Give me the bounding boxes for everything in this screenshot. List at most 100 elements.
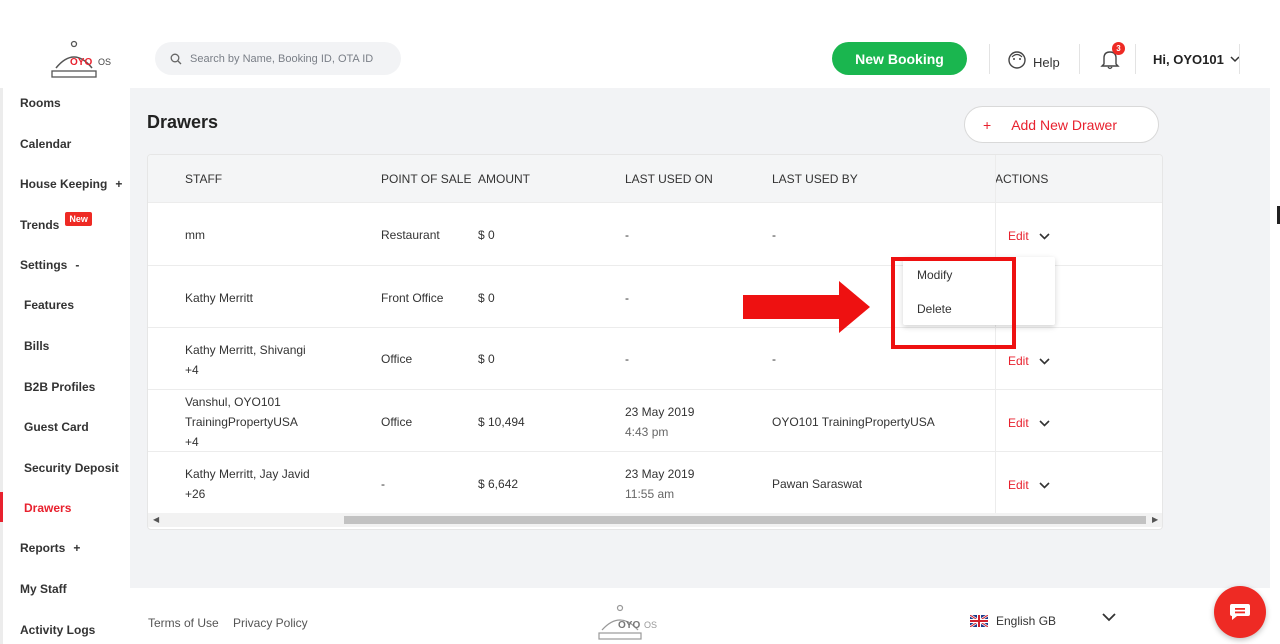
edit-action[interactable]: Edit (1008, 478, 1050, 492)
help-button[interactable]: Help (1007, 50, 1060, 70)
sidebar-item-house-keeping[interactable]: House Keeping + (20, 177, 122, 191)
sidebar-item-my-staff[interactable]: My Staff (20, 582, 67, 596)
chevron-down-icon[interactable] (1039, 357, 1050, 365)
last-used-on-cell: - (625, 291, 629, 305)
staff-names-line2: TrainingPropertyUSA (185, 415, 298, 429)
sidebar-item-trends[interactable]: Trends New (20, 212, 92, 232)
edit-action[interactable]: Edit (1008, 354, 1050, 368)
sidebar-item-rooms[interactable]: Rooms (20, 96, 61, 110)
sidebar-item-label: Drawers (24, 501, 72, 515)
edit-action[interactable]: Edit (1008, 416, 1050, 430)
language-label: English GB (996, 614, 1057, 628)
terms-of-use-link[interactable]: Terms of Use (148, 616, 219, 630)
oyo-os-logo[interactable]: OYO OS (50, 40, 116, 80)
last-used-time: 4:43 pm (625, 425, 669, 439)
search-icon (170, 53, 182, 64)
edit-link[interactable]: Edit (1008, 354, 1029, 368)
sidebar-item-activity-logs[interactable]: Activity Logs (20, 623, 95, 637)
staff-cell: Vanshul, OYO101 TrainingPropertyUSA +4 (185, 392, 298, 452)
help-face-icon (1008, 51, 1026, 69)
sidebar-item-label: My Staff (20, 582, 67, 596)
last-used-by-cell: OYO101 TrainingPropertyUSA (772, 415, 935, 429)
pos-cell: Restaurant (381, 228, 440, 242)
table-header: STAFF POINT OF SALE AMOUNT LAST USED ON … (148, 155, 1162, 202)
sidebar-item-security-deposit[interactable]: Security Deposit (24, 461, 119, 475)
edit-link[interactable]: Edit (1008, 478, 1029, 492)
scrollbar-thumb[interactable] (344, 516, 1146, 524)
table-row[interactable]: Kathy Merritt, Jay Javid +26 - $ 6,642 2… (148, 451, 1162, 513)
user-menu[interactable]: Hi, OYO101 (1153, 52, 1240, 67)
language-selector[interactable]: English GB (970, 614, 1056, 628)
sidebar-item-features[interactable]: Features (24, 298, 74, 312)
amount-cell: $ 6,642 (478, 477, 519, 491)
pos-cell: - (381, 477, 385, 491)
sidebar-item-label: Trends (20, 218, 60, 232)
amount-cell: $ 0 (478, 352, 495, 366)
active-indicator (0, 492, 3, 522)
sidebar-item-reports[interactable]: Reports + (20, 541, 80, 555)
right-edge (1270, 88, 1280, 588)
last-used-date: 23 May 2019 (625, 467, 695, 481)
sidebar-item-label: B2B Profiles (24, 380, 96, 394)
sidebar-item-label: Activity Logs (20, 623, 96, 637)
last-used-on-cell: - (625, 352, 629, 366)
scroll-left-icon[interactable]: ◀ (153, 515, 159, 524)
chevron-down-icon[interactable] (1039, 481, 1050, 489)
sidebar-item-label: Rooms (20, 96, 61, 110)
sidebar-item-label: Bills (24, 339, 50, 353)
column-header-point-of-sale[interactable]: POINT OF SALE (381, 172, 471, 186)
privacy-policy-link[interactable]: Privacy Policy (233, 616, 308, 630)
staff-cell: mm (185, 228, 205, 242)
column-header-staff[interactable]: STAFF (185, 172, 222, 186)
notification-badge: 3 (1112, 42, 1125, 55)
search-input[interactable] (190, 52, 390, 65)
edit-action[interactable]: Edit (1008, 229, 1050, 243)
table-row[interactable]: Vanshul, OYO101 TrainingPropertyUSA +4 O… (148, 389, 1162, 452)
sidebar-item-label: House Keeping (20, 177, 108, 191)
header-divider (1239, 44, 1240, 74)
help-label: Help (1033, 55, 1060, 70)
sidebar-item-settings[interactable]: Settings - (20, 258, 79, 272)
column-header-last-used-by[interactable]: LAST USED BY (772, 172, 858, 186)
sidebar-item-bills[interactable]: Bills (24, 339, 49, 353)
header-divider (1079, 44, 1080, 74)
top-header: OYO OS New Booking Help 3 Hi, OYO101 (0, 0, 1280, 88)
amount-cell: $ 0 (478, 228, 495, 242)
edit-link[interactable]: Edit (1008, 416, 1029, 430)
scroll-right-icon[interactable]: ▶ (1152, 515, 1158, 524)
new-booking-button[interactable]: New Booking (832, 42, 967, 75)
staff-more-count[interactable]: +4 (185, 432, 298, 452)
chevron-down-icon[interactable] (1102, 613, 1116, 622)
add-new-drawer-button[interactable]: + Add New Drawer (964, 106, 1159, 143)
staff-more-count[interactable]: +4 (185, 360, 306, 380)
sidebar-item-label: Calendar (20, 137, 72, 151)
sidebar-item-b2b-profiles[interactable]: B2B Profiles (24, 380, 95, 394)
chevron-down-icon[interactable] (1039, 232, 1050, 240)
sidebar-item-label: Settings (20, 258, 68, 272)
amount-cell: $ 0 (478, 291, 495, 305)
svg-text:OS: OS (644, 620, 657, 630)
horizontal-scrollbar[interactable]: ◀ ▶ (148, 513, 1162, 527)
sidebar-item-guest-card[interactable]: Guest Card (24, 420, 89, 434)
last-used-by-cell: Pawan Saraswat (772, 477, 863, 491)
chevron-down-icon[interactable] (1039, 419, 1050, 427)
sidebar-item-drawers[interactable]: Drawers (24, 501, 71, 515)
chat-button[interactable] (1214, 586, 1266, 638)
sidebar-item-label: Features (24, 298, 75, 312)
pos-cell: Office (381, 415, 413, 429)
expand-icon: + (115, 177, 123, 191)
column-header-amount[interactable]: AMOUNT (478, 172, 530, 186)
expand-icon: + (73, 541, 81, 555)
page-title: Drawers (147, 112, 219, 132)
header-divider (1135, 44, 1136, 74)
edit-link[interactable]: Edit (1008, 229, 1029, 243)
search-bar[interactable] (155, 42, 401, 75)
last-used-by-cell: - (772, 352, 776, 366)
staff-cell: Kathy Merritt, Jay Javid +26 (185, 464, 310, 504)
sidebar-item-label: Guest Card (24, 420, 89, 434)
table-row[interactable]: mm Restaurant $ 0 - - Edit (148, 202, 1162, 265)
sidebar-item-calendar[interactable]: Calendar (20, 137, 71, 151)
column-header-last-used-on[interactable]: LAST USED ON (625, 172, 713, 186)
staff-names: Vanshul, OYO101 (185, 395, 281, 409)
staff-more-count[interactable]: +26 (185, 484, 310, 504)
